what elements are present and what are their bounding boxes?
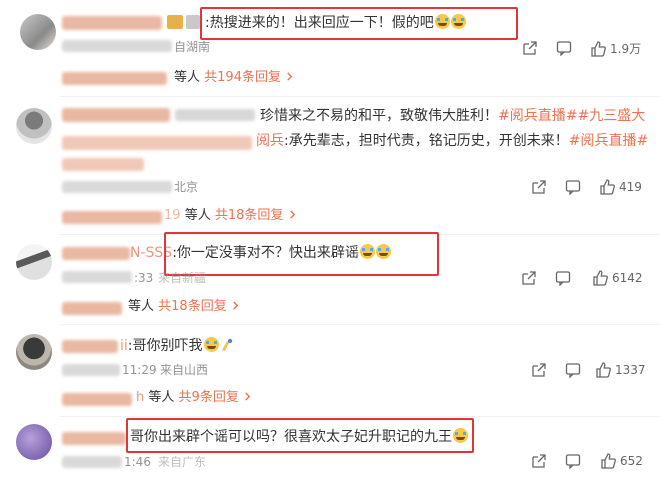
username-badges — [175, 109, 255, 121]
avatar[interactable] — [20, 14, 56, 50]
username[interactable] — [62, 16, 162, 30]
like-button[interactable]: 419 — [599, 179, 642, 195]
like-count: 419 — [619, 180, 642, 194]
comment-icon — [556, 41, 572, 56]
comment-text: 阅兵:承先辈志，担时代责，铭记历史，开创未来！#阅兵直播# — [256, 133, 649, 149]
comment-icon — [565, 180, 581, 195]
comment-text-redacted — [62, 158, 144, 171]
reply-summary: h 等人 共9条回复 — [136, 389, 252, 407]
location-text: 来自新疆 — [158, 271, 207, 285]
username[interactable] — [62, 247, 130, 260]
timestamp-text: :33 — [134, 271, 154, 285]
chevron-right-icon[interactable] — [231, 301, 240, 310]
like-button[interactable]: 6142 — [592, 270, 643, 286]
timestamp — [62, 271, 132, 283]
reply-user-name[interactable] — [62, 393, 132, 406]
avatar[interactable] — [16, 334, 52, 370]
location-text: 来自山西 — [160, 363, 209, 377]
location-text: 来自广东 — [158, 455, 207, 469]
reply-summary: 等人 共18条回复 — [128, 298, 240, 316]
level-badge-icon — [186, 15, 200, 29]
reply-summary: 19 等人 共18条回复 — [164, 207, 297, 225]
divider — [60, 96, 660, 97]
username[interactable] — [62, 108, 170, 122]
thumbs-up-icon — [596, 362, 611, 378]
timestamp-text: 11:29 — [122, 363, 157, 377]
hashtag-link[interactable]: #阅兵直播# — [498, 108, 577, 124]
username[interactable] — [62, 432, 126, 445]
view-replies-link[interactable]: 共194条回复 — [204, 70, 281, 85]
view-replies-link[interactable]: 共9条回复 — [179, 390, 239, 405]
comment-button[interactable] — [555, 270, 571, 286]
chevron-right-icon[interactable] — [243, 392, 252, 401]
reply-summary: 等人 共194条回复 — [174, 69, 294, 87]
timestamp — [62, 40, 172, 52]
timestamp — [62, 456, 122, 468]
share-icon — [532, 180, 546, 194]
comment-button[interactable] — [565, 179, 581, 195]
comment-icon — [565, 454, 581, 469]
like-count: 6142 — [612, 271, 643, 285]
avatar[interactable] — [16, 108, 52, 144]
comment-button[interactable] — [556, 40, 572, 56]
highlight-box — [126, 418, 474, 453]
view-replies-link[interactable]: 共18条回复 — [158, 299, 227, 314]
crying-emoji-icon — [203, 337, 219, 352]
like-count: 1.9万 — [610, 42, 642, 56]
reply-user-name[interactable] — [62, 302, 122, 315]
comment-text: 珍惜来之不易的和平，致敬伟大胜利！#阅兵直播##九三盛大 — [260, 108, 646, 124]
timestamp-text: 1:46 — [124, 455, 151, 469]
like-button[interactable]: 1337 — [595, 362, 646, 378]
chevron-right-icon[interactable] — [288, 210, 297, 219]
thumbs-up-icon — [591, 40, 606, 57]
chevron-right-icon[interactable] — [285, 72, 294, 81]
divider — [60, 416, 660, 417]
share-button[interactable] — [531, 179, 547, 195]
divider — [60, 324, 660, 325]
share-icon — [522, 271, 536, 285]
share-icon — [532, 454, 546, 468]
comment-icon — [555, 271, 571, 286]
like-button[interactable]: 1.9万 — [590, 40, 641, 57]
timestamp — [62, 364, 120, 376]
share-button[interactable] — [531, 362, 547, 378]
username[interactable] — [62, 340, 118, 353]
view-replies-link[interactable]: 共18条回复 — [215, 208, 284, 223]
comment-button[interactable] — [565, 362, 581, 378]
share-button[interactable] — [522, 40, 538, 56]
location-text: 自湖南 — [174, 40, 211, 54]
comment-text: ii:哥你别吓我 — [120, 336, 235, 356]
avatar[interactable] — [16, 244, 52, 280]
share-icon — [523, 41, 537, 55]
share-button[interactable] — [521, 270, 537, 286]
location-text: 北京 — [174, 180, 199, 194]
comment-button[interactable] — [565, 453, 581, 469]
avatar[interactable] — [16, 424, 52, 460]
pray-emoji-icon — [221, 338, 232, 351]
share-button[interactable] — [531, 453, 547, 469]
vip-badge-icon — [167, 15, 183, 29]
reply-user-name[interactable] — [62, 72, 167, 85]
like-count: 652 — [620, 454, 643, 468]
thumbs-up-icon — [600, 179, 615, 195]
like-count: 1337 — [615, 363, 646, 377]
highlight-box — [200, 7, 518, 40]
thumbs-up-icon — [601, 453, 616, 469]
comment-icon — [565, 363, 581, 378]
thumbs-up-icon — [593, 270, 608, 286]
share-icon — [532, 363, 546, 377]
hashtag-link[interactable]: #阅兵直播# — [569, 133, 648, 149]
like-button[interactable]: 652 — [600, 453, 643, 469]
comment-text-redacted — [62, 136, 252, 150]
reply-user-name[interactable] — [62, 211, 162, 224]
hashtag-link[interactable]: #九三盛大 — [577, 108, 645, 124]
timestamp — [62, 181, 172, 193]
